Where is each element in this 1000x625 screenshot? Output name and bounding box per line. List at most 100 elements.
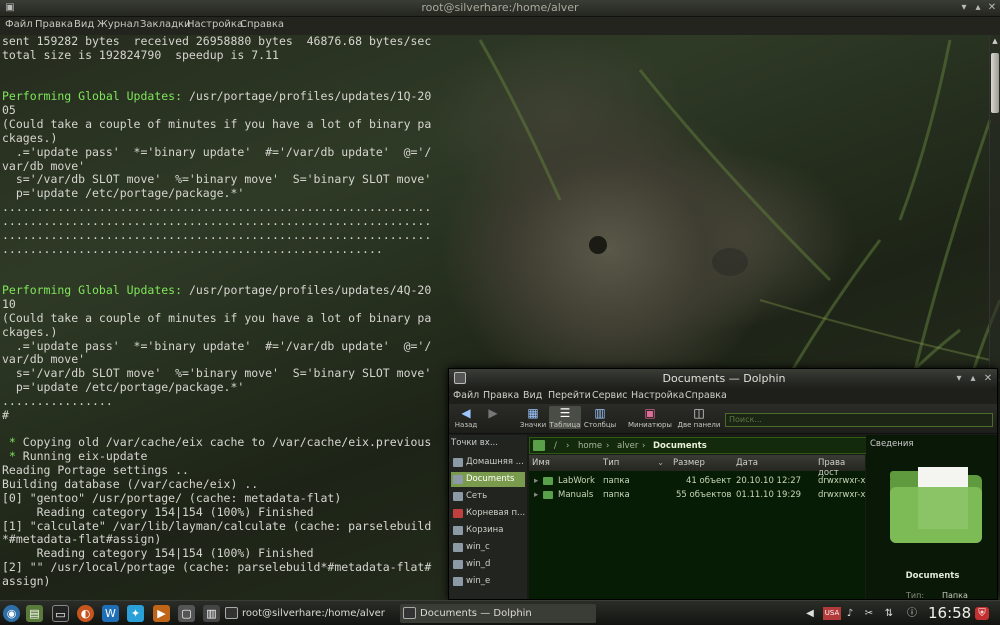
- thumbnails-button[interactable]: ▣ Миниатюры: [627, 406, 673, 429]
- menu-help[interactable]: Справка: [685, 390, 727, 401]
- messenger-icon[interactable]: ✦: [127, 605, 144, 622]
- expand-arrow-icon[interactable]: ▸: [534, 488, 538, 502]
- terminal-line: (Could take a couple of minutes if you h…: [2, 117, 442, 132]
- scrollbar-thumb[interactable]: [991, 53, 999, 113]
- places-item-trash[interactable]: Корзина: [451, 523, 525, 538]
- info-name: Documents: [905, 571, 960, 581]
- network-icon[interactable]: ⇅: [882, 607, 896, 620]
- close-icon[interactable]: ✕: [982, 373, 994, 385]
- info-header: Сведения: [870, 439, 914, 449]
- menu-edit[interactable]: Правка: [35, 19, 73, 30]
- menu-file[interactable]: Файл: [5, 19, 33, 30]
- forward-button[interactable]: ▶: [483, 406, 503, 420]
- drive-icon: [453, 543, 463, 552]
- menu-settings[interactable]: Настройка: [187, 19, 243, 30]
- file-list: Имя Тип ⌄ Размер Дата Права дост ▸ LabWo…: [529, 455, 865, 599]
- dolphin-titlebar[interactable]: Documents — Dolphin ▾ ▴ ✕: [449, 369, 997, 388]
- task-dolphin[interactable]: Documents — Dolphin: [400, 604, 596, 623]
- column-type[interactable]: Тип: [603, 458, 619, 468]
- menu-go[interactable]: Перейти: [548, 390, 591, 401]
- clipboard-icon[interactable]: ✂: [862, 607, 876, 620]
- menu-view[interactable]: Вид: [523, 390, 542, 401]
- expand-arrow-icon[interactable]: ▸: [534, 474, 538, 488]
- back-button[interactable]: ◀ Назад: [453, 406, 479, 429]
- minimize-icon[interactable]: ▾: [958, 2, 970, 14]
- dolphin-toolbar: ◀ Назад ▶ ▦ Значки ☰ Таблица ▥ Столбцы ▣…: [449, 404, 997, 434]
- word-processor-icon[interactable]: W: [102, 605, 119, 622]
- arrow-left-icon[interactable]: ◀: [803, 607, 817, 620]
- columns-view-button[interactable]: ▥ Столбцы: [583, 406, 617, 429]
- menu-edit[interactable]: Правка: [483, 390, 519, 401]
- terminal-text-segment: Performing Global Updates:: [2, 283, 189, 298]
- terminal-line: .='update pass' *='binary update' #='/va…: [2, 339, 442, 354]
- terminal-titlebar[interactable]: ▣ root@silverhare:/home/alver ▾ ▴ ✕: [0, 0, 1000, 17]
- places-item-home[interactable]: Домашняя ...: [451, 455, 525, 470]
- breadcrumb-alver[interactable]: alver: [617, 441, 638, 451]
- column-name[interactable]: Имя: [532, 458, 550, 468]
- notifications-icon[interactable]: ⓘ: [905, 607, 919, 620]
- terminal-output[interactable]: sent 159282 bytes received 26958880 byte…: [2, 35, 442, 595]
- maximize-icon[interactable]: ▴: [972, 2, 984, 14]
- column-size[interactable]: Размер: [673, 458, 705, 468]
- clock[interactable]: 16:58: [928, 604, 971, 622]
- back-arrow-icon: ◀: [461, 406, 471, 420]
- split-view-button[interactable]: ◫ Две панели: [677, 406, 721, 429]
- details-view-button[interactable]: ☰ Таблица: [549, 406, 581, 429]
- places-item-root[interactable]: Корневая п...: [451, 506, 525, 521]
- terminal-title: root@silverhare:/home/alver: [421, 1, 579, 14]
- desktop-icon[interactable]: ▢: [178, 605, 195, 622]
- places-item-documents[interactable]: Documents: [451, 472, 525, 487]
- terminal-line: s='/var/db SLOT move' %='binary move' S=…: [2, 173, 442, 187]
- places-item-win-c[interactable]: win_c: [451, 540, 525, 555]
- column-date[interactable]: Дата: [736, 458, 758, 468]
- pager-icon[interactable]: ▥: [203, 605, 220, 622]
- menu-help[interactable]: Справка: [240, 19, 284, 30]
- terminal-line: [0] "gentoo" /usr/portage/ (cache: metad…: [2, 491, 442, 506]
- terminal-text-segment: Performing Global Updates:: [2, 89, 189, 104]
- menu-tools[interactable]: Сервис: [592, 390, 628, 401]
- close-icon[interactable]: ✕: [986, 2, 998, 14]
- kickoff-menu-icon[interactable]: ◉: [3, 605, 20, 622]
- root-folder-icon: [453, 509, 463, 518]
- terminal-text-segment: total size is 192824790 speedup is 7.11: [2, 47, 279, 62]
- menu-bookmarks[interactable]: Закладки: [140, 19, 191, 30]
- terminal-text-segment: #: [2, 407, 9, 422]
- terminal-text-segment: var/db move': [2, 352, 86, 367]
- terminal-line: ckages.): [2, 131, 442, 146]
- icons-view-icon: ▦: [527, 406, 539, 420]
- terminal-line: .='update pass' *='binary update' #='/va…: [2, 145, 442, 160]
- places-item-network[interactable]: Сеть: [451, 489, 525, 504]
- menu-view[interactable]: Вид: [74, 19, 94, 30]
- breadcrumb-home[interactable]: home: [578, 441, 602, 451]
- terminal-text-segment: 05: [2, 103, 16, 118]
- terminal-line: Performing Global Updates: /usr/portage/…: [2, 89, 442, 104]
- breadcrumb-root[interactable]: /: [554, 441, 557, 451]
- maximize-icon[interactable]: ▴: [967, 373, 979, 385]
- terminal-text-segment: 10: [2, 297, 16, 312]
- scroll-up-icon[interactable]: ▲: [991, 37, 999, 49]
- terminal-text-segment: s='/var/db SLOT move' %='binary move' S=…: [2, 172, 432, 187]
- firefox-icon[interactable]: ◐: [77, 605, 94, 622]
- menu-history[interactable]: Журнал: [97, 19, 139, 30]
- terminal-text-segment: ................: [2, 393, 113, 408]
- minimize-icon[interactable]: ▾: [953, 373, 965, 385]
- menu-file[interactable]: Файл: [453, 390, 479, 401]
- table-row[interactable]: ▸ LabWork папка 41 объект 20.10.10 12:27…: [529, 474, 865, 488]
- volume-icon[interactable]: ♪: [843, 607, 857, 620]
- media-player-icon[interactable]: ▶: [153, 605, 170, 622]
- shield-icon[interactable]: ⛨: [975, 607, 989, 620]
- task-terminal[interactable]: root@silverhare:/home/alver: [222, 604, 392, 623]
- drive-icon: [453, 560, 463, 569]
- table-row[interactable]: ▸ Manuals папка 55 объектов 01.11.10 19:…: [529, 488, 865, 502]
- drive-icon: [453, 577, 463, 586]
- file-manager-icon[interactable]: ▤: [26, 605, 43, 622]
- places-item-win-e[interactable]: win_e: [451, 574, 525, 589]
- places-item-win-d[interactable]: win_d: [451, 557, 525, 572]
- keyboard-layout-icon[interactable]: USA: [823, 607, 841, 620]
- menu-settings[interactable]: Настройка: [631, 390, 684, 401]
- icons-view-button[interactable]: ▦ Значки: [519, 406, 547, 429]
- search-input[interactable]: Поиск...: [725, 413, 993, 427]
- terminal-icon[interactable]: ▭: [52, 605, 69, 622]
- breadcrumb-documents[interactable]: Documents: [653, 441, 707, 451]
